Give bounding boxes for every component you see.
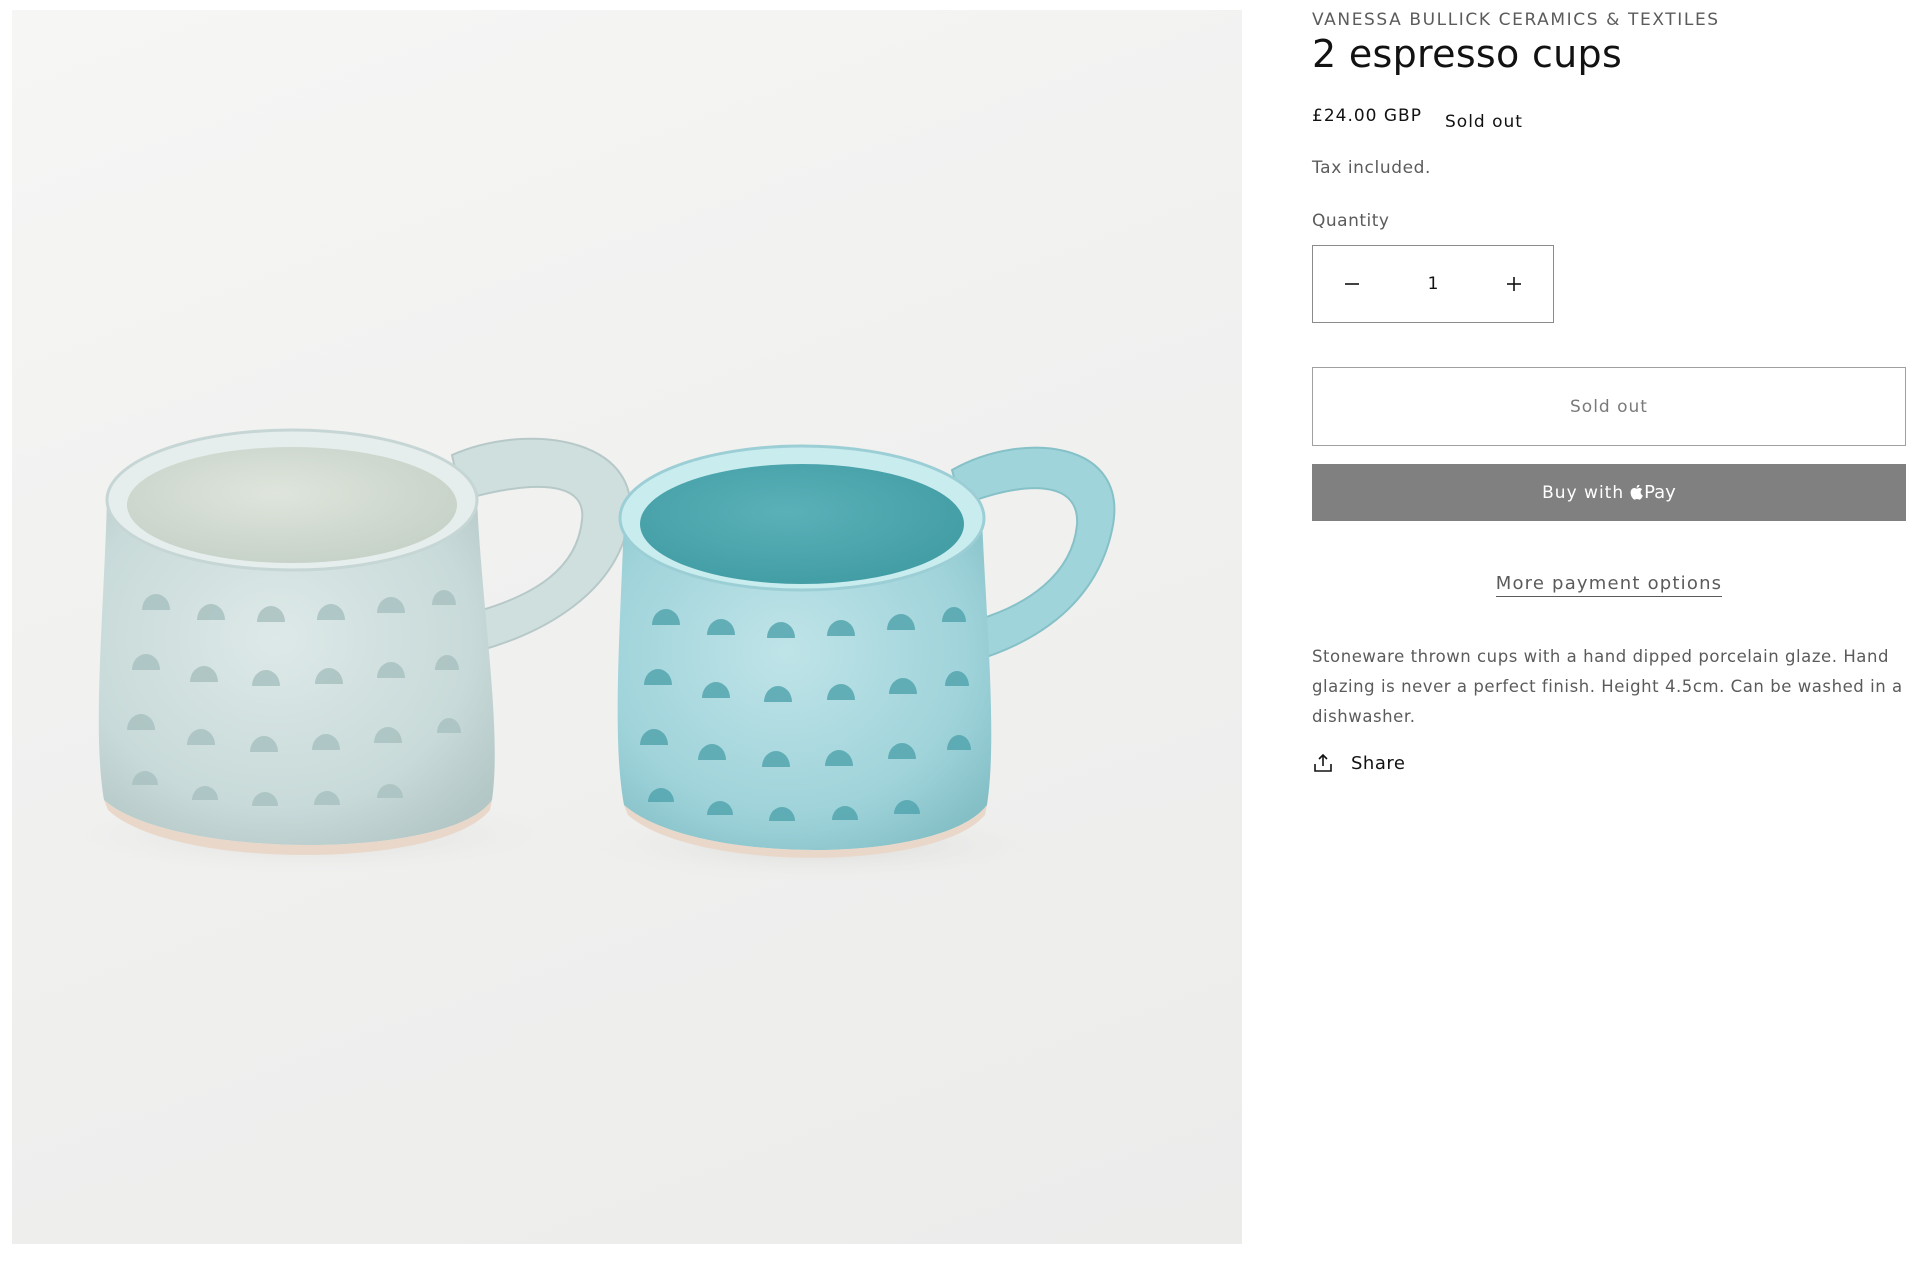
product-price: £24.00 GBP: [1312, 106, 1422, 126]
apple-pay-logo: Pay: [1630, 482, 1676, 503]
share-icon: [1312, 752, 1334, 774]
more-payment-options: More payment options: [1312, 573, 1906, 597]
buy-with-apple-pay-button[interactable]: Buy with Pay: [1312, 464, 1906, 521]
product-title: 2 espresso cups: [1312, 32, 1623, 76]
pay-brand-label: Pay: [1644, 482, 1676, 503]
quantity-label: Quantity: [1312, 211, 1390, 231]
quantity-increase-button[interactable]: [1475, 246, 1553, 322]
apple-logo-icon: [1630, 484, 1643, 500]
espresso-cups-photo: [52, 428, 1116, 883]
product-page: VANESSA BULLICK CERAMICS & TEXTILES 2 es…: [0, 0, 1920, 1263]
sold-out-badge: Sold out: [1445, 112, 1523, 132]
tax-note: Tax included.: [1312, 158, 1432, 178]
more-payment-options-link[interactable]: More payment options: [1495, 573, 1723, 597]
quantity-input[interactable]: [1391, 273, 1475, 295]
quantity-decrease-button[interactable]: [1313, 246, 1391, 322]
right-cup: [617, 444, 1116, 858]
product-image[interactable]: [12, 10, 1242, 1244]
product-vendor: VANESSA BULLICK CERAMICS & TEXTILES: [1312, 10, 1720, 30]
minus-icon: [1345, 283, 1359, 285]
plus-icon: [1507, 277, 1521, 291]
quantity-stepper: [1312, 245, 1554, 323]
left-cup: [98, 428, 632, 855]
add-to-cart-button[interactable]: Sold out: [1312, 367, 1906, 446]
buy-with-label: Buy with: [1542, 482, 1625, 503]
product-description: Stoneware thrown cups with a hand dipped…: [1312, 647, 1903, 726]
share-label: Share: [1351, 752, 1406, 774]
share-button[interactable]: Share: [1312, 752, 1405, 774]
